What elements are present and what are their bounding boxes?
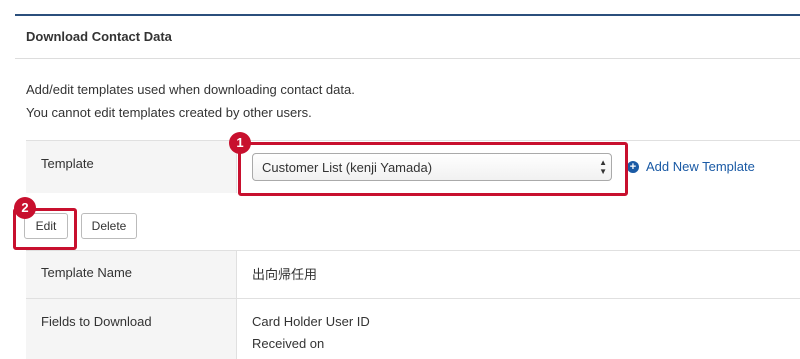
template-name-label: Template Name xyxy=(41,265,133,280)
add-new-template-link[interactable]: + Add New Template xyxy=(627,159,755,174)
template-name-value: 出向帰任用 xyxy=(252,267,318,282)
template-label-cell: Template xyxy=(26,141,237,193)
template-label: Template xyxy=(41,156,94,171)
step-badge-1: 1 xyxy=(229,132,251,154)
description-line-1: Add/edit templates used when downloading… xyxy=(26,82,355,97)
add-new-template-label: Add New Template xyxy=(646,159,755,174)
template-name-label-cell: Template Name xyxy=(26,251,237,298)
fields-label-cell: Fields to Download xyxy=(26,299,237,359)
fields-row: Fields to Download xyxy=(26,298,800,359)
delete-button[interactable]: Delete xyxy=(81,213,137,239)
description-line-2: You cannot edit templates created by oth… xyxy=(26,105,312,120)
fields-label: Fields to Download xyxy=(41,314,152,329)
field-item: Card Holder User ID xyxy=(252,314,370,329)
step-badge-2: 2 xyxy=(14,197,36,219)
plus-circle-icon: + xyxy=(627,160,639,173)
panel-title: Download Contact Data xyxy=(26,29,172,44)
highlight-box-1 xyxy=(238,142,628,196)
template-name-row: Template Name xyxy=(26,250,800,298)
panel-header: Download Contact Data xyxy=(15,16,800,59)
